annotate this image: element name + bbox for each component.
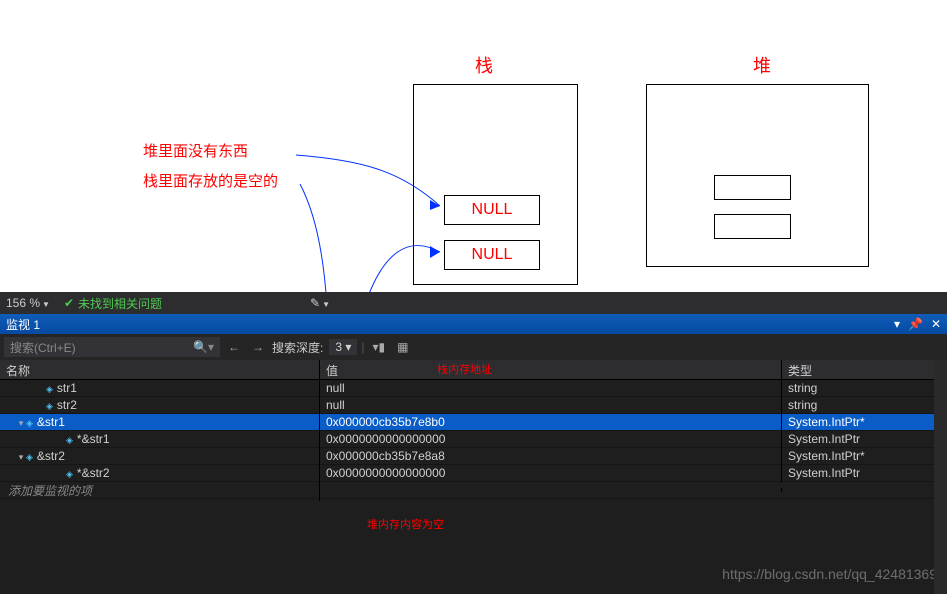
search-icon: 🔍▾ (193, 340, 214, 354)
row-type: string (782, 379, 947, 397)
depth-value[interactable]: 3 ▾ (329, 339, 357, 355)
watch-row[interactable]: ◈str2nullstring (0, 397, 947, 414)
depth-label: 搜索深度: (272, 339, 323, 356)
ide-toolbar: 156 %▼ ✔未找到相关问题 ✎▼ (0, 292, 947, 314)
heap-slot-1 (714, 175, 791, 200)
row-value: 0x000000cb35b7e8b0 (320, 413, 782, 431)
col-name[interactable]: 名称 (0, 360, 320, 379)
row-value: 0x0000000000000000 (320, 464, 782, 482)
col-type[interactable]: 类型 (782, 360, 947, 379)
add-watch-row[interactable]: 添加要监视的项 (0, 482, 947, 499)
row-type: System.IntPtr (782, 430, 947, 448)
watch-row[interactable]: ◈*&str10x0000000000000000System.IntPtr (0, 431, 947, 448)
watch-grid: 名称 值 类型 ◈str1nullstring ◈str2nullstring▾… (0, 360, 947, 499)
watermark: https://blog.csdn.net/qq_42481369 (722, 566, 937, 582)
row-value: 0x0000000000000000 (320, 430, 782, 448)
heap-title: 堆 (753, 52, 771, 78)
filter-icon[interactable]: ▾▮ (369, 340, 390, 354)
diagram-area: 栈 堆 堆里面没有东西 栈里面存放的是空的 NULL NULL (0, 0, 947, 292)
stack-title: 栈 (475, 52, 493, 78)
panel-header[interactable]: 监视 1 ▾ 📌 ✕ (0, 314, 947, 334)
pin-icon[interactable]: 📌 (908, 317, 923, 331)
panel-title: 监视 1 (6, 316, 40, 333)
row-type: System.IntPtr* (782, 447, 947, 465)
anno-heap-empty: 堆内存内容为空 (367, 516, 444, 532)
status-ok[interactable]: ✔未找到相关问题 (64, 295, 162, 312)
zoom-level[interactable]: 156 %▼ (6, 296, 50, 310)
row-name: str1 (57, 381, 77, 395)
vertical-scrollbar[interactable] (934, 360, 947, 594)
row-name: *&str2 (77, 466, 110, 480)
anno-stack-addr: 栈内存地址 (437, 361, 492, 377)
row-name: str2 (57, 398, 77, 412)
watch-row[interactable]: ◈str1nullstring (0, 380, 947, 397)
check-icon: ✔ (64, 296, 74, 310)
grid-icon[interactable]: ▦ (393, 340, 412, 354)
row-value: null (320, 379, 782, 397)
note-stack-null: 栈里面存放的是空的 (143, 170, 278, 191)
chevron-down-icon: ▼ (42, 300, 50, 309)
close-icon[interactable]: ✕ (931, 317, 941, 331)
nav-back-button[interactable]: ← (224, 340, 244, 354)
row-name: *&str1 (77, 432, 110, 446)
row-name: &str1 (37, 415, 65, 429)
brush-icon[interactable]: ✎▼ (310, 296, 330, 310)
watch-row[interactable]: ▾◈&str20x000000cb35b7e8a8System.IntPtr* (0, 448, 947, 465)
stack-slot-1: NULL (444, 195, 540, 225)
row-value: null (320, 396, 782, 414)
row-name: &str2 (37, 449, 65, 463)
heap-slot-2 (714, 214, 791, 239)
ide-panel: 156 %▼ ✔未找到相关问题 ✎▼ 监视 1 ▾ 📌 ✕ 搜索(Ctrl+E)… (0, 292, 947, 594)
dropdown-icon[interactable]: ▾ (894, 317, 900, 331)
search-input[interactable]: 搜索(Ctrl+E) 🔍▾ (4, 337, 220, 357)
col-value[interactable]: 值 (320, 360, 782, 379)
row-type: System.IntPtr (782, 464, 947, 482)
row-type: System.IntPtr* (782, 413, 947, 431)
row-value: 0x000000cb35b7e8a8 (320, 447, 782, 465)
stack-slot-2: NULL (444, 240, 540, 270)
watch-row[interactable]: ▾◈&str10x000000cb35b7e8b0System.IntPtr* (0, 414, 947, 431)
nav-fwd-button[interactable]: → (248, 340, 268, 354)
row-type: string (782, 396, 947, 414)
panel-toolbar: 搜索(Ctrl+E) 🔍▾ ← → 搜索深度: 3 ▾ | ▾▮ ▦ (0, 334, 947, 360)
note-heap-empty: 堆里面没有东西 (143, 140, 248, 161)
